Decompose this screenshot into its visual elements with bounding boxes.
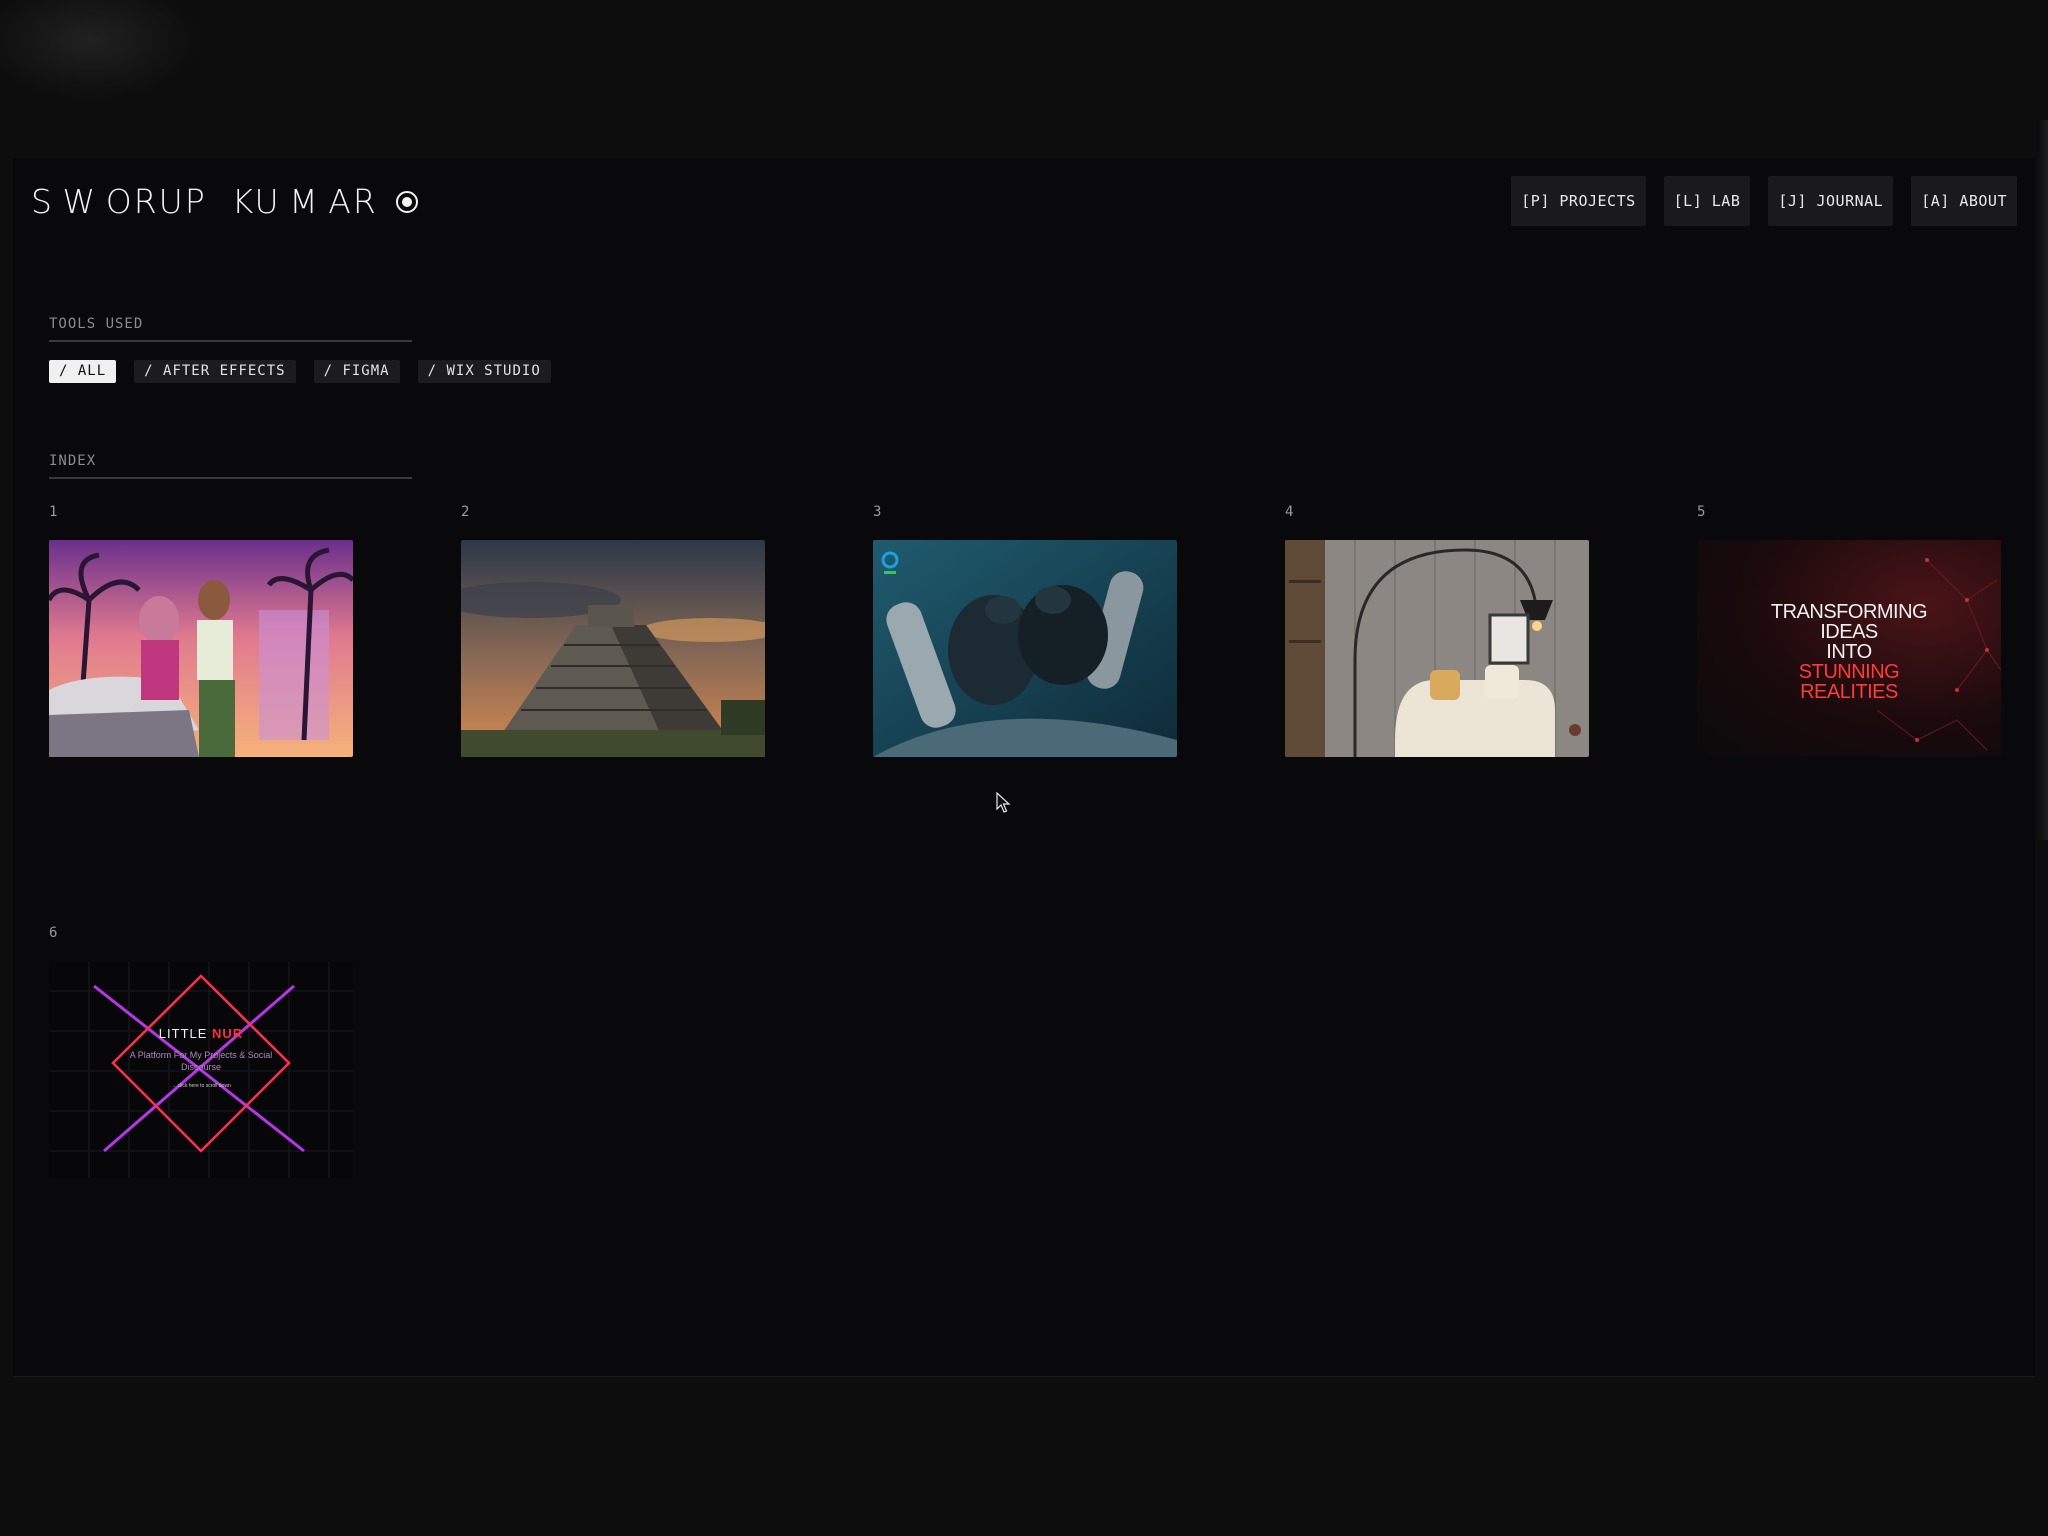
project-card: 5 TRANSFORMING IDEAS INTO STUNNING REALI… [1697, 504, 2001, 757]
sunset-palms-couple-artwork [49, 540, 353, 757]
nav-journal-button[interactable]: [J] JOURNAL [1768, 176, 1894, 226]
project-number: 2 [461, 504, 470, 520]
project-card: 2 [461, 504, 765, 757]
banner-title-accent: NUR [212, 1026, 244, 1041]
project-number: 1 [49, 504, 58, 520]
project-number: 3 [873, 504, 882, 520]
project-thumbnail[interactable]: LITTLE NUR A Platform For My Projects & … [49, 961, 353, 1178]
tool-filters: / ALL / AFTER EFFECTS / FIGMA / WIX STUD… [49, 360, 551, 383]
blurred-background [0, 0, 200, 100]
main-nav: [P] PROJECTS [L] LAB [J] JOURNAL [A] ABO… [1511, 176, 2017, 226]
tools-used-label: TOOLS USED [49, 316, 144, 332]
project-card: 6 LITTLE NUR A Platform For My Projects … [49, 925, 353, 1178]
project-thumbnail[interactable]: TRANSFORMING IDEAS INTO STUNNING REALITI… [1697, 540, 2001, 757]
banner-text: TRANSFORMING IDEAS INTO STUNNING REALITI… [1697, 602, 2001, 702]
neon-banner-text: LITTLE NUR A Platform For My Projects & … [49, 1026, 353, 1089]
project-card: 4 [1285, 504, 1589, 757]
banner-line: TRANSFORMING [1770, 601, 1928, 623]
project-thumbnail[interactable] [1285, 540, 1589, 757]
filter-after-effects-button[interactable]: / AFTER EFFECTS [134, 360, 296, 383]
banner-line: IDEAS [1820, 621, 1878, 643]
filter-figma-button[interactable]: / FIGMA [313, 360, 400, 383]
index-label: INDEX [49, 453, 97, 469]
banner-title: LITTLE [158, 1026, 208, 1041]
logo-text: S W ORUP KU M AR [31, 182, 378, 221]
project-thumbnail[interactable] [461, 540, 765, 757]
project-number: 5 [1697, 504, 1706, 520]
banner-small-link: → click here to scroll down [171, 1083, 231, 1089]
scuba-divers-underwater [873, 540, 1177, 757]
banner-line: INTO [1826, 641, 1872, 663]
nav-about-button[interactable]: [A] ABOUT [1911, 176, 2017, 226]
filter-all-button[interactable]: / ALL [49, 360, 117, 383]
project-thumbnail[interactable] [49, 540, 353, 757]
nav-projects-button[interactable]: [P] PROJECTS [1511, 176, 1646, 226]
banner-highlight-line: REALITIES [1800, 681, 1898, 703]
project-thumbnail[interactable] [873, 540, 1177, 757]
project-card: 3 [873, 504, 1177, 757]
tools-divider [49, 340, 412, 342]
filter-wix-studio-button[interactable]: / WIX STUDIO [417, 360, 551, 383]
record-icon [395, 190, 418, 213]
mayan-pyramid-sunset [461, 540, 765, 757]
banner-subtitle: A Platform For My Projects & Social Disc… [129, 1050, 273, 1072]
index-divider [49, 477, 412, 479]
banner-highlight-line: STUNNING [1798, 661, 1900, 683]
project-number: 6 [49, 925, 58, 941]
page-frame: S W ORUP KU M AR [P] PROJECTS [L] LAB [J… [13, 158, 2035, 1377]
frame-edge-shadow [2038, 120, 2048, 840]
living-room-arc-lamp [1285, 540, 1589, 757]
nav-lab-button[interactable]: [L] LAB [1663, 176, 1751, 226]
project-number: 4 [1285, 504, 1294, 520]
project-card: 1 [49, 504, 353, 757]
site-logo[interactable]: S W ORUP KU M AR [31, 182, 418, 221]
mouse-pointer-icon [996, 792, 1011, 813]
